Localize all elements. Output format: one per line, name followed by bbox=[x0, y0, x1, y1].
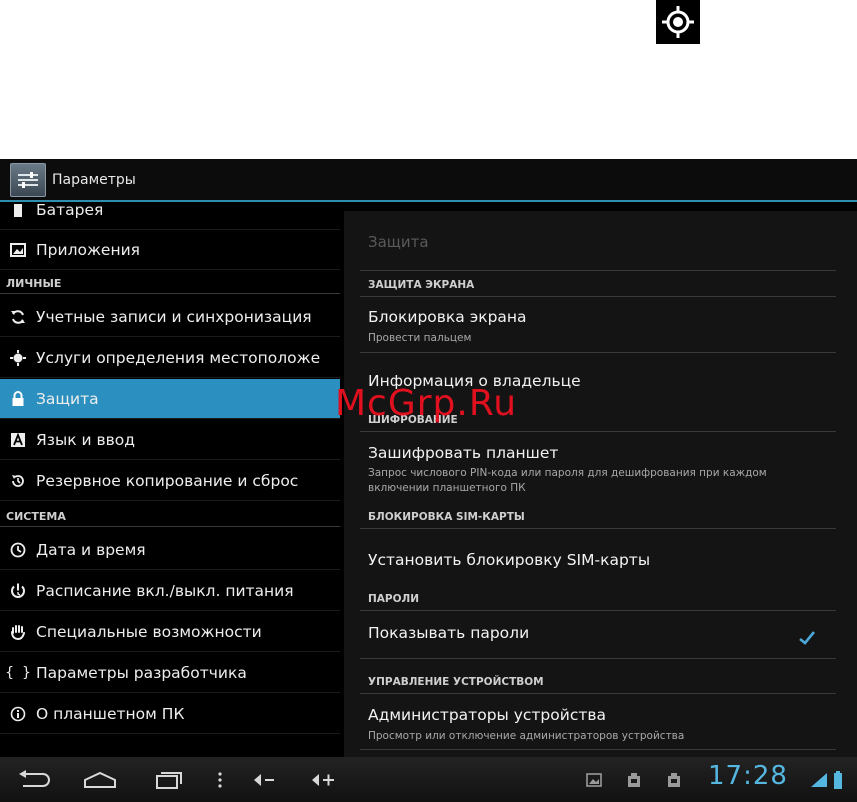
system-bar: 17:28 bbox=[0, 757, 857, 802]
divider bbox=[0, 293, 340, 294]
section-header-screen-security: ЗАЩИТА ЭКРАНА bbox=[368, 279, 475, 291]
security-settings-pane: Защита ЗАЩИТА ЭКРАНА Блокировка экрана П… bbox=[344, 211, 857, 757]
device-screen: Параметры Батарея Приложения ЛИЧНЫЕ Учет… bbox=[0, 159, 857, 802]
pane-title: Защита bbox=[368, 233, 429, 251]
divider bbox=[360, 296, 836, 297]
show-passwords-checkbox[interactable] bbox=[798, 630, 816, 650]
developer-icon: { } bbox=[5, 664, 31, 681]
divider bbox=[360, 749, 836, 750]
sidebar-item-power-schedule[interactable]: Расписание вкл./выкл. питания bbox=[0, 571, 340, 611]
gps-locate-icon bbox=[656, 0, 700, 44]
settings-category-list[interactable]: Батарея Приложения ЛИЧНЫЕ Учетные записи… bbox=[0, 204, 340, 757]
sidebar-item-battery[interactable]: Батарея bbox=[0, 204, 340, 230]
sidebar-item-developer[interactable]: { } Параметры разработчика bbox=[0, 653, 340, 693]
volume-down-button[interactable] bbox=[250, 757, 280, 802]
divider bbox=[360, 658, 836, 659]
section-header-system: СИСТЕМА bbox=[6, 510, 66, 523]
lock-icon bbox=[0, 390, 36, 407]
status-clock[interactable]: 17:28 bbox=[708, 761, 788, 791]
sidebar-item-date-time[interactable]: Дата и время bbox=[0, 530, 340, 570]
sim-lock-title: Установить блокировку SIM-карты bbox=[368, 551, 651, 569]
battery-status-icon bbox=[830, 757, 846, 802]
action-bar: Параметры bbox=[0, 159, 857, 202]
divider bbox=[360, 352, 836, 353]
sync-icon bbox=[0, 309, 36, 325]
screen-lock-summary: Провести пальцем bbox=[368, 332, 472, 344]
section-header-sim-lock: БЛОКИРОВКА SIM-КАРТЫ bbox=[368, 511, 525, 523]
recent-apps-button[interactable] bbox=[146, 757, 190, 802]
usb-notification-icon[interactable] bbox=[622, 757, 646, 802]
settings-app-icon[interactable] bbox=[10, 162, 46, 197]
device-admins-summary: Просмотр или отключение администраторов … bbox=[368, 730, 685, 742]
divider bbox=[0, 526, 340, 527]
sidebar-item-apps[interactable]: Приложения bbox=[0, 230, 340, 270]
signal-icon bbox=[808, 757, 830, 802]
sidebar-item-accounts-sync[interactable]: Учетные записи и синхронизация bbox=[0, 297, 340, 337]
screen-lock-title: Блокировка экрана bbox=[368, 308, 527, 326]
power-schedule-icon bbox=[0, 583, 36, 599]
section-header-passwords: ПАРОЛИ bbox=[368, 593, 420, 605]
sidebar-item-about[interactable]: О планшетном ПК bbox=[0, 694, 340, 734]
screenshot-notification-icon[interactable] bbox=[582, 757, 606, 802]
section-header-personal: ЛИЧНЫЕ bbox=[6, 277, 62, 290]
location-icon bbox=[0, 349, 36, 366]
divider bbox=[360, 431, 836, 432]
clock-icon bbox=[0, 542, 36, 558]
sidebar-item-language[interactable]: Язык и ввод bbox=[0, 420, 340, 460]
encrypt-title: Зашифровать планшет bbox=[368, 444, 559, 462]
home-button[interactable] bbox=[78, 757, 122, 802]
battery-icon bbox=[0, 204, 36, 217]
page-title: Параметры bbox=[52, 171, 136, 188]
volume-up-button[interactable] bbox=[308, 757, 340, 802]
sidebar-item-security[interactable]: Защита bbox=[0, 379, 340, 419]
divider bbox=[360, 610, 836, 611]
show-passwords-title: Показывать пароли bbox=[368, 624, 530, 642]
section-header-device-admin: УПРАВЛЕНИЕ УСТРОЙСТВОМ bbox=[368, 676, 544, 688]
back-button[interactable] bbox=[12, 757, 56, 802]
language-icon bbox=[0, 432, 36, 448]
download-notification-icon[interactable] bbox=[662, 757, 686, 802]
sidebar-item-location[interactable]: Услуги определения местоположе bbox=[0, 338, 340, 378]
menu-dots-button[interactable] bbox=[210, 757, 230, 802]
info-icon bbox=[0, 706, 36, 722]
divider bbox=[360, 528, 836, 529]
device-admins-title: Администраторы устройства bbox=[368, 706, 607, 724]
backup-icon bbox=[0, 473, 36, 489]
sidebar-item-accessibility[interactable]: Специальные возможности bbox=[0, 612, 340, 652]
sidebar-item-backup-reset[interactable]: Резервное копирование и сброс bbox=[0, 461, 340, 501]
apps-icon bbox=[0, 242, 36, 257]
divider bbox=[360, 270, 836, 271]
accessibility-icon bbox=[0, 624, 36, 640]
encrypt-summary: Запрос числового PIN-кода или пароля для… bbox=[368, 467, 767, 494]
divider bbox=[360, 693, 836, 694]
watermark: McGrp.Ru bbox=[335, 383, 518, 424]
